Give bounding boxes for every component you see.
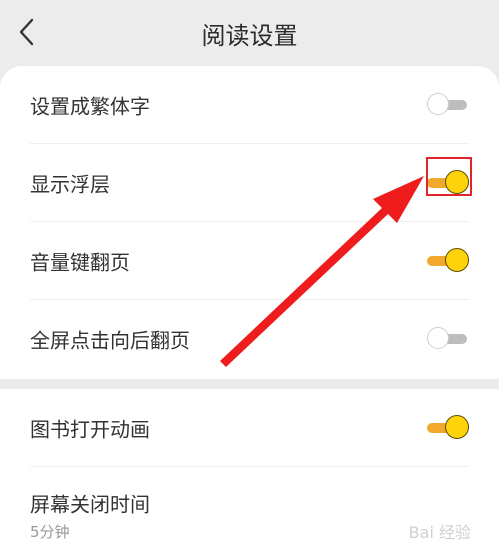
toggle-knob	[445, 248, 469, 272]
setting-row-show-overlay[interactable]: 显示浮层	[0, 144, 499, 222]
setting-label: 显示浮层	[30, 172, 110, 197]
screen-off-time-value: 5分钟	[30, 523, 70, 541]
setting-row-fullscreen-tap-page-turn[interactable]: 全屏点击向后翻页	[0, 300, 499, 378]
toggle-knob	[427, 93, 449, 115]
watermark-text: Bai 经验	[408, 523, 471, 542]
page-title: 阅读设置	[201, 22, 298, 50]
book-open-animation-toggle[interactable]	[427, 415, 469, 441]
fullscreen-tap-page-turn-toggle[interactable]	[427, 326, 469, 352]
traditional-chinese-toggle[interactable]	[427, 92, 469, 118]
setting-label: 图书打开动画	[30, 417, 150, 442]
setting-label: 音量键翻页	[30, 250, 130, 275]
setting-row-traditional-chinese[interactable]: 设置成繁体字	[0, 66, 499, 144]
toggle-knob	[445, 415, 469, 439]
annotation-highlight-box	[426, 157, 472, 196]
setting-row-screen-off-time[interactable]: 屏幕关闭时间	[0, 467, 499, 557]
setting-row-book-open-animation[interactable]: 图书打开动画	[0, 389, 499, 467]
toggle-knob	[427, 327, 449, 349]
setting-label: 全屏点击向后翻页	[30, 328, 190, 353]
setting-label: 设置成繁体字	[30, 94, 150, 119]
settings-card-primary: 设置成繁体字 显示浮层 音量键翻页 全屏点击向后翻页	[0, 66, 499, 379]
volume-key-page-turn-toggle[interactable]	[427, 248, 469, 274]
setting-label: 屏幕关闭时间	[30, 492, 150, 517]
header: 阅读设置	[0, 0, 499, 66]
setting-row-volume-key-page-turn[interactable]: 音量键翻页	[0, 222, 499, 300]
